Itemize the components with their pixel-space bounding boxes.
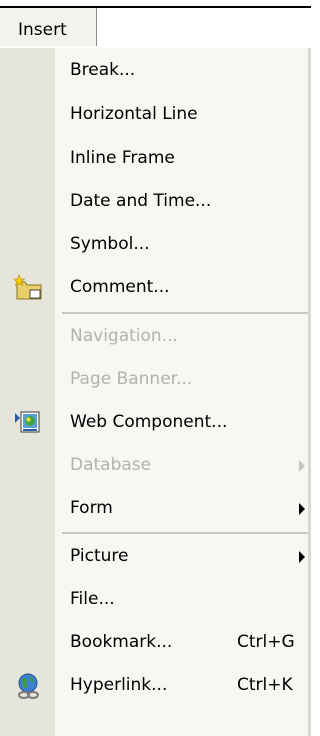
menu-item-page-banner: Page Banner... bbox=[0, 359, 311, 401]
submenu-arrow-icon bbox=[299, 460, 305, 472]
submenu-arrow-icon bbox=[299, 503, 305, 515]
menu-item-label: Break... bbox=[70, 60, 136, 80]
submenu-arrow-icon bbox=[299, 551, 305, 563]
menu-insert[interactable]: Insert bbox=[0, 8, 97, 46]
menu-item-label: Web Component... bbox=[70, 412, 228, 432]
menu-item-picture[interactable]: Picture bbox=[0, 536, 311, 578]
menu-item-label: Inline Frame bbox=[70, 148, 175, 168]
menu-item-label: Date and Time... bbox=[70, 191, 212, 211]
menu-item-label: Hyperlink... bbox=[70, 675, 168, 695]
menu-item-bookmark[interactable]: Bookmark... Ctrl+G bbox=[0, 622, 311, 664]
web-component-icon bbox=[15, 411, 40, 433]
menu-insert-label: Insert bbox=[18, 20, 67, 40]
menu-item-label: Form bbox=[70, 498, 113, 518]
menu-item-date-and-time[interactable]: Date and Time... bbox=[0, 181, 311, 223]
insert-dropdown-menu: Break... Horizontal Line Inline Frame Da… bbox=[0, 48, 311, 736]
menu-item-file[interactable]: File... bbox=[0, 579, 311, 621]
menu-item-inline-frame[interactable]: Inline Frame bbox=[0, 138, 311, 180]
menu-separator bbox=[62, 532, 308, 534]
menu-item-horizontal-line[interactable]: Horizontal Line bbox=[0, 94, 311, 136]
menu-item-web-component[interactable]: Web Component... bbox=[0, 402, 311, 444]
menu-item-label: File... bbox=[70, 589, 115, 609]
menu-item-form[interactable]: Form bbox=[0, 488, 311, 530]
menu-item-hyperlink[interactable]: Hyperlink... Ctrl+K bbox=[0, 665, 311, 707]
menu-item-database: Database bbox=[0, 445, 311, 487]
menu-item-label: Symbol... bbox=[70, 234, 150, 254]
menu-item-label: Picture bbox=[70, 546, 129, 566]
menu-item-navigation: Navigation... bbox=[0, 316, 311, 358]
menu-item-symbol[interactable]: Symbol... bbox=[0, 224, 311, 266]
menu-separator bbox=[62, 312, 308, 314]
menu-item-label: Database bbox=[70, 455, 152, 475]
menu-item-shortcut: Ctrl+G bbox=[237, 632, 295, 652]
menu-bar: Insert bbox=[0, 0, 311, 48]
menu-item-label: Horizontal Line bbox=[70, 104, 198, 124]
menu-item-shortcut: Ctrl+K bbox=[237, 675, 293, 695]
menu-item-comment[interactable]: Comment... bbox=[0, 267, 311, 309]
menu-item-label: Bookmark... bbox=[70, 632, 173, 652]
menu-item-break[interactable]: Break... bbox=[0, 50, 311, 92]
menu-item-label: Navigation... bbox=[70, 326, 178, 346]
menu-item-label: Comment... bbox=[70, 277, 170, 297]
menu-item-label: Page Banner... bbox=[70, 369, 193, 389]
comment-icon bbox=[14, 274, 42, 300]
hyperlink-icon bbox=[18, 673, 39, 699]
